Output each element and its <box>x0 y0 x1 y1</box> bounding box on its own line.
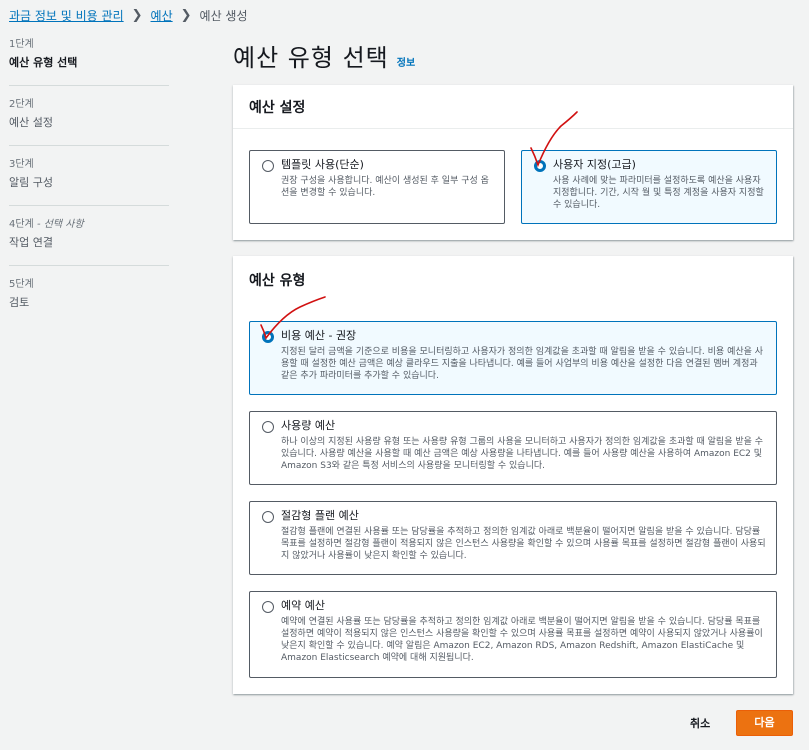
reservation-budget-tile[interactable]: 예약 예산 예약에 연결된 사용률 또는 담당률을 추적하고 정의한 임계값 아… <box>249 591 777 678</box>
breadcrumb-billing-link[interactable]: 과금 정보 및 비용 관리 <box>9 7 124 24</box>
step-label: 예산 설정 <box>9 116 53 129</box>
budget-setup-panel: 예산 설정 템플릿 사용(단순) 권장 구성을 사용합니다. 예산이 생성된 후… <box>233 85 793 240</box>
usage-budget-tile[interactable]: 사용량 예산 하나 이상의 지정된 사용량 유형 또는 사용량 유형 그룹의 사… <box>249 411 777 485</box>
step-label: 검토 <box>9 296 30 309</box>
info-link[interactable]: 정보 <box>397 54 415 69</box>
radio-button[interactable] <box>262 511 274 523</box>
breadcrumb-budgets-link[interactable]: 예산 <box>151 7 173 24</box>
breadcrumb: 과금 정보 및 비용 관리 ❯ 예산 ❯ 예산 생성 <box>9 7 248 24</box>
option-description: 지정된 달러 금액을 기준으로 비용을 모니터링하고 사용자가 정의한 임계값을… <box>281 347 764 381</box>
budget-type-header: 예산 유형 <box>249 273 306 289</box>
radio-button[interactable] <box>262 421 274 433</box>
wizard-step-2: 2단계 예산 설정 <box>9 98 169 146</box>
page-header: 예산 유형 선택 정보 <box>233 38 415 73</box>
step-number: 3단계 <box>9 159 34 170</box>
cancel-button[interactable]: 취소 <box>690 715 710 731</box>
step-label: 알림 구성 <box>9 176 53 189</box>
step-number-text: 4단계 <box>9 219 34 230</box>
option-description: 예약에 연결된 사용률 또는 담당률을 추적하고 정의한 임계값 아래로 백분율… <box>281 617 763 663</box>
radio-button[interactable] <box>262 160 274 172</box>
wizard-step-4: 4단계 - 선택 사항 작업 연결 <box>9 218 169 266</box>
step-number: 1단계 <box>9 39 34 50</box>
option-description: 사용 사례에 맞는 파라미터를 설정하도록 예산을 사용자 지정합니다. 기간,… <box>553 176 764 210</box>
radio-button-selected[interactable] <box>534 160 546 172</box>
wizard-step-3: 3단계 알림 구성 <box>9 158 169 206</box>
cost-budget-tile[interactable]: 비용 예산 - 권장 지정된 달러 금액을 기준으로 비용을 모니터링하고 사용… <box>249 321 777 395</box>
option-title: 사용량 예산 <box>281 419 336 432</box>
option-title: 사용자 지정(고급) <box>553 158 636 171</box>
wizard-step-5: 5단계 검토 <box>9 278 169 326</box>
option-title: 예약 예산 <box>281 599 325 612</box>
step-number: 4단계 - 선택 사항 <box>9 218 169 232</box>
step-label: 작업 연결 <box>9 236 53 249</box>
budget-type-panel: 예산 유형 비용 예산 - 권장 지정된 달러 금액을 기준으로 비용을 모니터… <box>233 256 793 694</box>
chevron-right-icon: ❯ <box>180 8 192 23</box>
custom-option-tile[interactable]: 사용자 지정(고급) 사용 사례에 맞는 파라미터를 설정하도록 예산을 사용자… <box>521 150 777 224</box>
step-label: 예산 유형 선택 <box>9 56 78 69</box>
next-button[interactable]: 다음 <box>736 710 793 736</box>
option-title: 절감형 플랜 예산 <box>281 509 359 522</box>
breadcrumb-current: 예산 생성 <box>199 9 248 23</box>
option-description: 하나 이상의 지정된 사용량 유형 또는 사용량 유형 그룹의 사용을 모니터하… <box>281 437 764 471</box>
option-title: 비용 예산 - 권장 <box>281 329 357 342</box>
option-description: 권장 구성을 사용합니다. 예산이 생성된 후 일부 구성 옵션을 변경할 수 … <box>281 176 489 198</box>
savings-plans-budget-tile[interactable]: 절감형 플랜 예산 절감형 플랜에 연결된 사용률 또는 담당률을 추적하고 정… <box>249 501 777 575</box>
option-description: 절감형 플랜에 연결된 사용률 또는 담당률을 추적하고 정의한 임계값 아래로… <box>281 527 766 561</box>
step-number: 5단계 <box>9 279 34 290</box>
template-option-tile[interactable]: 템플릿 사용(단순) 권장 구성을 사용합니다. 예산이 생성된 후 일부 구성… <box>249 150 505 224</box>
budget-setup-header: 예산 설정 <box>233 85 793 129</box>
wizard-step-1: 1단계 예산 유형 선택 <box>9 38 169 86</box>
step-optional-label: - 선택 사항 <box>33 219 84 230</box>
step-number: 2단계 <box>9 99 34 110</box>
option-title: 템플릿 사용(단순) <box>281 158 364 171</box>
wizard-steps: 1단계 예산 유형 선택 2단계 예산 설정 3단계 알림 구성 4단계 - 선… <box>9 38 169 338</box>
radio-button[interactable] <box>262 601 274 613</box>
page-title: 예산 유형 선택 <box>233 44 389 72</box>
radio-button-selected[interactable] <box>262 331 274 343</box>
chevron-right-icon: ❯ <box>131 8 143 23</box>
